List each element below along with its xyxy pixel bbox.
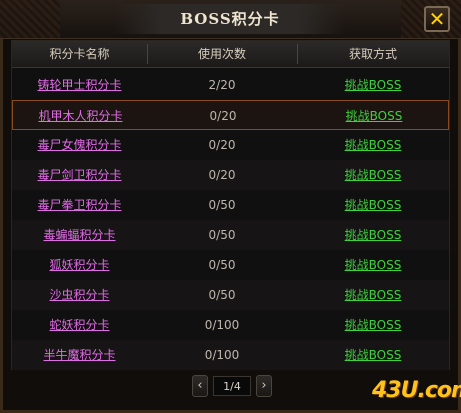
next-page-button[interactable]: › [256,375,272,397]
table-row-selected[interactable]: 机甲木人积分卡 0/20 挑战BOSS [12,100,449,130]
challenge-boss-link[interactable]: 挑战BOSS [345,228,402,242]
card-name-link[interactable]: 半牛魔积分卡 [43,348,115,362]
table-row[interactable]: 毒尸女傀积分卡 0/20 挑战BOSS [12,130,449,160]
header-obtain-method: 获取方式 [348,47,397,61]
challenge-boss-link[interactable]: 挑战BOSS [345,318,402,332]
pagination: ‹ 1/4 › [192,375,272,397]
table-header: 积分卡名称 使用次数 获取方式 [12,41,449,68]
challenge-boss-link[interactable]: 挑战BOSS [345,348,402,362]
challenge-boss-link[interactable]: 挑战BOSS [345,198,402,212]
close-icon[interactable]: ✕ [424,6,450,32]
card-name-link[interactable]: 狐妖积分卡 [49,258,109,272]
use-count: 0/50 [208,288,236,302]
header-use-count: 使用次数 [197,47,246,61]
card-name-link[interactable]: 毒尸拳卫积分卡 [37,198,121,212]
table-row[interactable]: 毒尸拳卫积分卡 0/50 挑战BOSS [12,190,449,220]
score-card-table: 积分卡名称 使用次数 获取方式 铸轮甲士积分卡 2/20 挑战BOSS 机甲木人… [11,40,450,370]
table-row[interactable]: 毒尸剑卫积分卡 0/20 挑战BOSS [12,160,449,190]
challenge-boss-link[interactable]: 挑战BOSS [345,138,402,152]
card-name-link[interactable]: 机甲木人积分卡 [38,109,122,123]
table-row[interactable]: 半牛魔积分卡 0/100 挑战BOSS [12,340,449,370]
use-count: 0/50 [208,258,236,272]
challenge-boss-link[interactable]: 挑战BOSS [345,78,402,92]
table-row[interactable]: 毒蝙蝠积分卡 0/50 挑战BOSS [12,220,449,250]
page-indicator: 1/4 [213,376,251,396]
use-count: 0/50 [208,228,236,242]
table-row[interactable]: 沙虫积分卡 0/50 挑战BOSS [12,280,449,310]
card-name-link[interactable]: 铸轮甲士积分卡 [37,78,121,92]
use-count: 0/50 [208,198,236,212]
table-row[interactable]: 铸轮甲士积分卡 2/20 挑战BOSS [12,70,449,100]
card-name-link[interactable]: 毒尸女傀积分卡 [37,138,121,152]
use-count: 0/20 [208,168,236,182]
site-watermark-logo: 43U.com [372,378,461,403]
window-title: BOSS积分卡 [180,10,280,28]
card-name-link[interactable]: 毒蝙蝠积分卡 [43,228,115,242]
use-count: 0/100 [204,348,240,362]
card-name-link[interactable]: 沙虫积分卡 [49,288,109,302]
card-name-link[interactable]: 蛇妖积分卡 [49,318,109,332]
use-count: 0/20 [208,138,236,152]
title-ornament-left [0,0,60,38]
challenge-boss-link[interactable]: 挑战BOSS [345,288,402,302]
header-card-name: 积分卡名称 [49,47,110,61]
challenge-boss-link[interactable]: 挑战BOSS [346,109,403,123]
use-count: 0/100 [204,318,240,332]
use-count: 0/20 [209,109,237,123]
table-row[interactable]: 狐妖积分卡 0/50 挑战BOSS [12,250,449,280]
table-row[interactable]: 蛇妖积分卡 0/100 挑战BOSS [12,310,449,340]
title-bar: BOSS积分卡 [0,0,461,39]
prev-page-button[interactable]: ‹ [192,375,208,397]
use-count: 2/20 [208,78,236,92]
card-name-link[interactable]: 毒尸剑卫积分卡 [37,168,121,182]
challenge-boss-link[interactable]: 挑战BOSS [345,258,402,272]
challenge-boss-link[interactable]: 挑战BOSS [345,168,402,182]
